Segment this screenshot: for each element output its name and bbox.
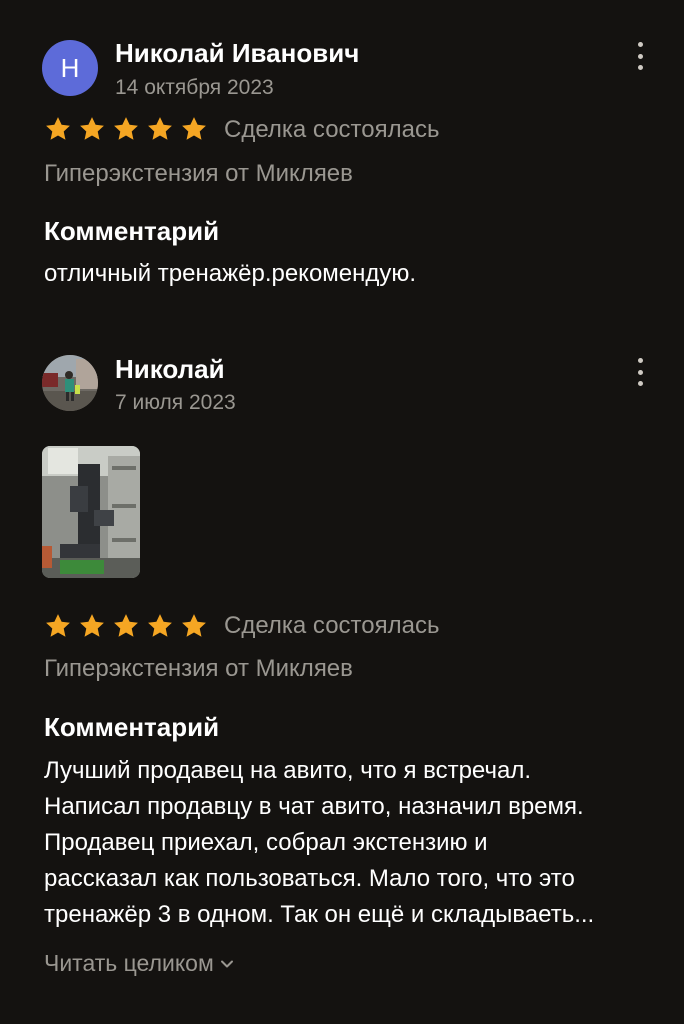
comment-line: тренажёр 3 в одном. Так он ещё и складыв… <box>44 901 595 928</box>
star-icon <box>46 117 70 140</box>
comment-title: Комментарий <box>44 216 220 246</box>
comment-title: Комментарий <box>44 712 220 742</box>
deal-status: Сделка состоялась <box>224 612 440 639</box>
rating-stars <box>44 612 208 640</box>
more-vertical-icon[interactable] <box>630 358 650 386</box>
review-date: 14 октября 2023 <box>115 76 274 99</box>
star-icon <box>46 614 70 637</box>
more-vertical-icon[interactable] <box>630 42 650 70</box>
avatar[interactable]: Н <box>42 40 98 96</box>
review-item[interactable]: Гиперэкстензия от Микляев <box>44 655 353 683</box>
comment-line: рассказал как пользоваться. Мало того, ч… <box>44 865 575 892</box>
review-item[interactable]: Гиперэкстензия от Микляев <box>44 160 353 188</box>
comment-line: Написал продавцу в чат авито, назначил в… <box>44 793 584 820</box>
comment-text: Лучший продавец на авито, что я встречал… <box>44 753 594 933</box>
star-icon <box>114 614 138 637</box>
rating-stars <box>44 115 208 143</box>
star-icon <box>182 614 206 637</box>
deal-status: Сделка состоялась <box>224 116 440 143</box>
star-icon <box>182 117 206 140</box>
review-photo[interactable] <box>42 446 140 578</box>
comment-line: отличный тренажёр.рекомендую. <box>44 260 417 287</box>
star-icon <box>148 117 172 140</box>
avatar-photo-image <box>42 355 98 411</box>
review-author[interactable]: Николай Иванович <box>115 38 359 69</box>
chevron-down-icon <box>220 960 233 967</box>
star-icon <box>80 614 104 637</box>
comment-line: Продавец приехал, собрал экстензию и <box>44 829 488 856</box>
comment-line: Лучший продавец на авито, что я встречал… <box>44 757 531 784</box>
read-more-label: Читать целиком <box>44 950 214 976</box>
review-author[interactable]: Николай <box>115 354 225 385</box>
star-icon <box>80 117 104 140</box>
review-date: 7 июля 2023 <box>115 391 236 414</box>
star-icon <box>114 117 138 140</box>
comment-text: отличный тренажёр.рекомендую. <box>44 256 416 292</box>
star-icon <box>148 614 172 637</box>
review-photo-image <box>42 446 140 578</box>
avatar[interactable] <box>42 355 98 411</box>
read-more-link[interactable]: Читать целиком <box>44 950 234 977</box>
